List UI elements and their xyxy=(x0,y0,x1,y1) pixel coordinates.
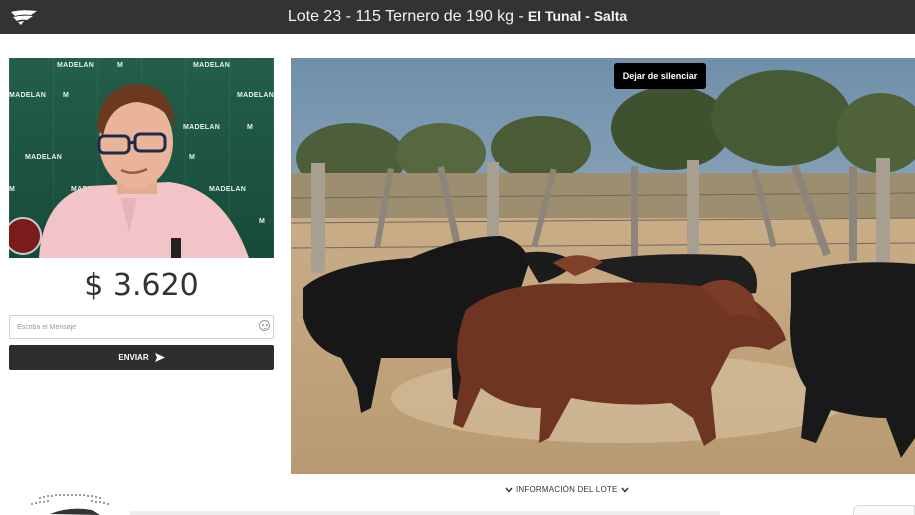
emoji-icon[interactable] xyxy=(259,320,270,331)
cattle-scene xyxy=(291,58,915,474)
auctioneer-video[interactable]: MADELAN M MADELAN MADELAN M MADELAN MADE… xyxy=(9,58,274,258)
lot-video[interactable] xyxy=(291,58,915,474)
header-bar: Lote 23 - 115 Ternero de 190 kg - El Tuna… xyxy=(0,0,915,34)
auctioneer-figure xyxy=(9,84,249,258)
send-button[interactable]: ENVIAR xyxy=(9,345,274,370)
send-arrow-icon xyxy=(154,353,165,362)
page-title: Lote 23 - 115 Ternero de 190 kg - El Tuna… xyxy=(288,8,627,26)
footer-divider xyxy=(130,511,720,515)
send-button-label: ENVIAR xyxy=(118,353,149,362)
partner-logo-partial xyxy=(31,494,109,515)
chevron-down-icon xyxy=(620,487,629,493)
chat-widget-tab[interactable] xyxy=(853,505,915,515)
lot-location: El Tunal - Salta xyxy=(527,8,628,24)
lot-title: Lote 23 - 115 Ternero de 190 kg - xyxy=(287,8,524,25)
message-input[interactable] xyxy=(9,315,274,339)
current-price: $ 3.620 xyxy=(84,268,199,303)
lot-info-label: INFORMACIÓN DEL LOTE xyxy=(516,485,618,494)
chevron-down-icon xyxy=(505,487,513,493)
unmute-button[interactable]: Dejar de silenciar xyxy=(614,63,706,89)
logo-icon[interactable] xyxy=(9,8,39,26)
lot-info-toggle[interactable]: INFORMACIÓN DEL LOTE xyxy=(505,485,629,494)
